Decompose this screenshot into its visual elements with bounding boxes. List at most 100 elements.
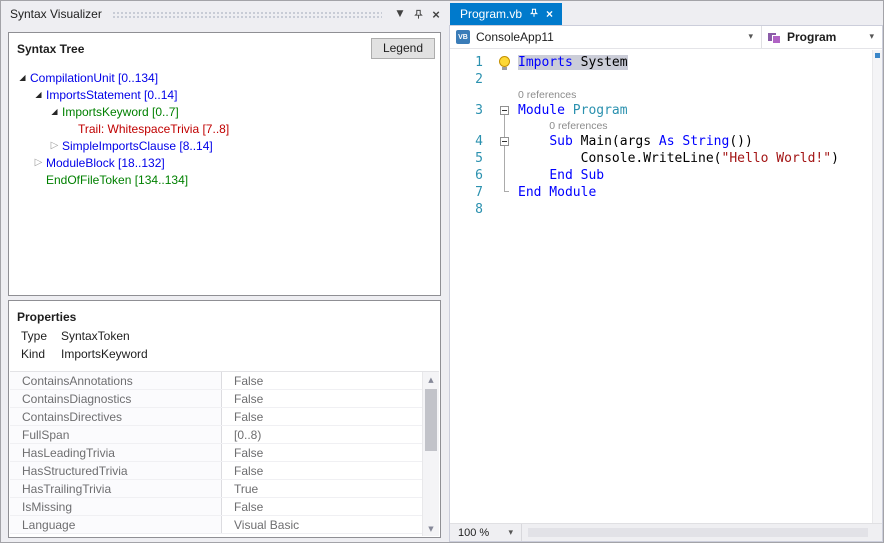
project-dropdown[interactable]: VB ConsoleApp11 ▾ — [450, 26, 762, 48]
legend-button[interactable]: Legend — [371, 38, 435, 59]
editor-body: VB ConsoleApp11 ▾ Program ▾ 1Imports Sys… — [449, 25, 883, 542]
code-line[interactable]: 1Imports System — [450, 54, 882, 71]
code-line[interactable]: 7 End Module — [450, 184, 882, 201]
chevron-down-icon[interactable]: ▾ — [865, 32, 878, 42]
code-line[interactable]: 4 Sub Main(args As String()) — [450, 133, 882, 150]
property-value: False — [222, 390, 422, 407]
chevron-down-icon[interactable]: ▾ — [744, 32, 757, 42]
code-content: Module Program — [518, 102, 628, 119]
code-line[interactable]: 8 — [450, 201, 882, 218]
property-name: Language — [10, 516, 222, 533]
code-editor[interactable]: 1Imports System2 0 references 3 Module Prog… — [450, 50, 882, 523]
properties-scrollbar[interactable]: ▲ ▼ — [422, 372, 439, 536]
line-number: 3 — [450, 102, 490, 119]
syntax-tree-header: Syntax Tree Legend — [9, 33, 440, 61]
tree-item-label: EndOfFileToken [134..134] — [46, 173, 188, 187]
editor-bottom-strip: 100 % ▾ — [450, 523, 882, 541]
syntax-tree-title: Syntax Tree — [17, 42, 84, 56]
codelens-references[interactable]: 0 references — [518, 119, 608, 133]
property-row[interactable]: IsMissingFalse — [10, 498, 422, 516]
lightbulb-icon[interactable] — [499, 56, 510, 67]
code-lines: 1Imports System2 0 references 3 Module Prog… — [450, 50, 882, 218]
code-line[interactable]: 3 Module Program — [450, 102, 882, 119]
scrollbar-thumb[interactable] — [425, 389, 437, 451]
code-line[interactable]: 5 Console.WriteLine("Hello World!") — [450, 150, 882, 167]
close-icon[interactable]: × — [428, 6, 444, 22]
property-row[interactable]: LanguageVisual Basic — [10, 516, 422, 534]
property-value: False — [222, 498, 422, 515]
syntax-tree: ◢CompilationUnit [0..134]◢ImportsStateme… — [9, 61, 440, 188]
collapse-arrow-icon[interactable]: ◢ — [47, 107, 62, 116]
property-row[interactable]: ContainsAnnotationsFalse — [10, 372, 422, 390]
outline-guide-line — [504, 115, 505, 192]
editor-vertical-scrollbar[interactable] — [872, 50, 882, 523]
property-row[interactable]: HasLeadingTriviaFalse — [10, 444, 422, 462]
chevron-down-icon[interactable]: ▾ — [504, 528, 517, 538]
codelens-row: 0 references — [450, 88, 882, 102]
collapse-arrow-icon[interactable]: ◢ — [15, 73, 30, 82]
glyph-margin — [490, 54, 518, 71]
editor-horizontal-scrollbar[interactable] — [522, 524, 882, 541]
codelens-references[interactable]: 0 references — [518, 88, 576, 102]
property-row[interactable]: ContainsDirectivesFalse — [10, 408, 422, 426]
zoom-dropdown[interactable]: 100 % ▾ — [450, 524, 522, 541]
pin-icon[interactable] — [410, 6, 426, 22]
glyph-margin — [490, 201, 518, 218]
document-tabstrip: Program.vb × — [449, 1, 883, 25]
property-value: False — [222, 444, 422, 461]
zoom-level: 100 % — [458, 527, 489, 539]
codelens-row: 0 references — [450, 119, 882, 133]
window-position-chevron-icon[interactable]: ▼ — [392, 6, 408, 22]
tab-pin-icon[interactable] — [529, 7, 539, 21]
toolwindow-titlebar[interactable]: Syntax Visualizer ▼ × — [2, 2, 448, 24]
line-number: 7 — [450, 184, 490, 201]
tree-item-label: SimpleImportsClause [8..14] — [62, 139, 213, 153]
tab-close-icon[interactable]: × — [546, 8, 553, 20]
scroll-down-icon[interactable]: ▼ — [423, 521, 439, 536]
tree-item[interactable]: ◢ImportsStatement [0..14] — [9, 86, 440, 103]
tree-item[interactable]: ▷SimpleImportsClause [8..14] — [9, 137, 440, 154]
scroll-up-icon[interactable]: ▲ — [423, 372, 439, 387]
property-row[interactable]: HasTrailingTriviaTrue — [10, 480, 422, 498]
type-dropdown-label: Program — [787, 30, 865, 44]
kind-label: Kind — [21, 347, 61, 361]
type-dropdown[interactable]: Program ▾ — [762, 26, 882, 48]
property-name: FullSpan — [10, 426, 222, 443]
property-row[interactable]: ContainsDiagnosticsFalse — [10, 390, 422, 408]
properties-section: Properties Type SyntaxToken Kind Imports… — [8, 300, 441, 538]
properties-grid-wrap: ContainsAnnotationsFalseContainsDiagnost… — [10, 371, 439, 536]
tree-item[interactable]: EndOfFileToken [134..134] — [9, 171, 440, 188]
line-number: 2 — [450, 71, 490, 88]
code-line[interactable]: 2 — [450, 71, 882, 88]
collapse-toggle-icon[interactable] — [500, 106, 509, 115]
type-label: Type — [21, 329, 61, 343]
property-row[interactable]: HasStructuredTriviaFalse — [10, 462, 422, 480]
expand-arrow-icon[interactable]: ▷ — [47, 140, 62, 151]
property-name: IsMissing — [10, 498, 222, 515]
property-row[interactable]: FullSpan[0..8) — [10, 426, 422, 444]
property-value: False — [222, 462, 422, 479]
tree-item[interactable]: ◢CompilationUnit [0..134] — [9, 69, 440, 86]
line-number: 5 — [450, 150, 490, 167]
tab-program-vb[interactable]: Program.vb × — [450, 3, 562, 25]
syntax-tree-section: Syntax Tree Legend ◢CompilationUnit [0..… — [8, 32, 441, 296]
collapse-arrow-icon[interactable]: ◢ — [31, 90, 46, 99]
tree-item[interactable]: Trail: WhitespaceTrivia [7..8] — [9, 120, 440, 137]
property-value: [0..8) — [222, 426, 422, 443]
line-number: 4 — [450, 133, 490, 150]
expand-arrow-icon[interactable]: ▷ — [31, 157, 46, 168]
property-name: ContainsDirectives — [10, 408, 222, 425]
collapse-toggle-icon[interactable] — [500, 137, 509, 146]
drag-grip[interactable] — [112, 11, 382, 20]
tree-item-label: ModuleBlock [18..132] — [46, 156, 165, 170]
property-type-row: Type SyntaxToken — [9, 327, 440, 345]
tree-item[interactable]: ◢ImportsKeyword [0..7] — [9, 103, 440, 120]
navigation-bar: VB ConsoleApp11 ▾ Program ▾ — [450, 26, 882, 49]
code-content: End Module — [518, 184, 596, 201]
editor-group: Program.vb × VB ConsoleApp11 ▾ Progr — [449, 1, 883, 542]
type-value: SyntaxToken — [61, 329, 130, 343]
code-line[interactable]: 6 End Sub — [450, 167, 882, 184]
glyph-margin — [490, 71, 518, 88]
tree-item[interactable]: ▷ModuleBlock [18..132] — [9, 154, 440, 171]
scrollbar-thumb[interactable] — [528, 528, 868, 537]
